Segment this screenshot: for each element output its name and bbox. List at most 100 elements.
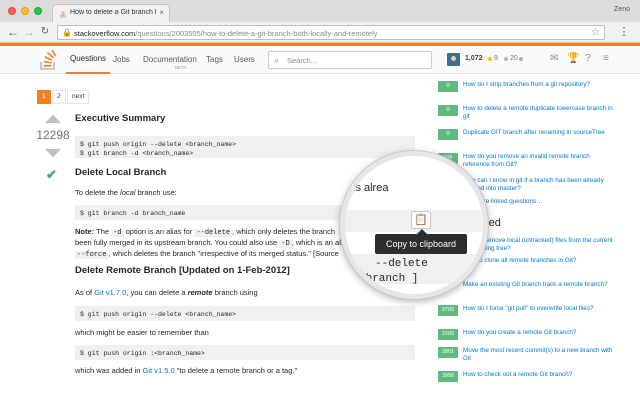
browser-tab[interactable]: How to delete a Git branch bo ×	[52, 4, 170, 22]
pager-page-2[interactable]: 2	[52, 90, 66, 104]
inline-code: --delete	[194, 229, 233, 237]
site-switcher-icon[interactable]: ≡	[603, 53, 609, 64]
paragraph-as-of: As of Git v1.7.0, you can delete a remot…	[75, 288, 258, 297]
question-link[interactable]: Duplicate GIT branch after renaming in s…	[463, 129, 615, 137]
search-icon: ⌕	[274, 55, 280, 65]
list-item[interactable]: 296 How do you remove an invalid remote …	[438, 151, 638, 175]
link-git-v150[interactable]: Git v1.5.0	[143, 366, 175, 375]
score-badge: 0	[438, 81, 458, 92]
score-badge: 3956	[438, 371, 458, 382]
site-topbar: Questions Jobs Documentation BETA Tags U…	[0, 43, 640, 74]
magnified-code-text: -branch ]	[359, 273, 419, 285]
paragraph-delete-local-intro: To delete the local branch use:	[75, 188, 177, 197]
bronze-badge-icon	[519, 57, 523, 61]
silver-badge-icon	[504, 57, 508, 61]
reputation-count: 1,072	[465, 55, 483, 62]
question-link[interactable]: How can I know in git if a branch has be…	[463, 177, 615, 193]
heading-executive-summary: Executive Summary	[75, 113, 166, 124]
address-bar[interactable]: 🔒 stackoverflow.com/questions/2003505/ho…	[57, 25, 605, 40]
text-fragment: branch using	[212, 288, 258, 297]
list-item[interactable]: 0 How do I strip branches from a git rep…	[438, 79, 638, 103]
question-link[interactable]: How do you remove an invalid remote bran…	[463, 153, 615, 169]
browser-chrome: How to delete a Git branch bo × Zeno ← →…	[0, 0, 640, 43]
code-block-remote-delete[interactable]: $ git push origin --delete <branch_name>	[75, 306, 415, 321]
list-item[interactable]: 0 How to delete a remote duplicate lower…	[438, 103, 638, 127]
downvote-arrow-icon[interactable]	[45, 149, 61, 157]
achievements-icon[interactable]: 🏆	[567, 53, 579, 64]
text-emphasis: local	[120, 188, 136, 197]
search-box[interactable]: ⌕	[268, 51, 432, 69]
score-badge: 0	[438, 129, 458, 140]
score-badge: 2205	[438, 329, 458, 340]
magnified-code-text: --delete	[375, 258, 428, 270]
score-badge: 2801	[438, 347, 458, 358]
text-fragment: As of	[75, 288, 95, 297]
nav-documentation[interactable]: Documentation	[143, 46, 197, 74]
silver-badge-count: 20	[510, 55, 518, 62]
text-fragment: which was added in	[75, 366, 143, 375]
question-link[interactable]: How to check out a remote Git branch?	[463, 371, 615, 379]
code-block-summary[interactable]: $ git push origin --delete <branch_name>…	[75, 136, 415, 158]
search-input[interactable]	[287, 54, 427, 66]
nav-users[interactable]: Users	[234, 46, 255, 74]
list-item[interactable]: 3709 How do I force "git pull" to overwr…	[438, 303, 638, 327]
nav-tags[interactable]: Tags	[206, 46, 223, 74]
nav-jobs[interactable]: Jobs	[113, 46, 130, 74]
question-link[interactable]: How do I strip branches from a git repos…	[463, 81, 615, 89]
tab-close-icon[interactable]: ×	[159, 8, 164, 17]
inbox-icon[interactable]: ✉	[550, 53, 558, 64]
gold-badge-count: 9	[494, 55, 498, 62]
stackoverflow-logo-icon[interactable]	[40, 50, 56, 70]
accepted-checkmark-icon: ✔	[46, 167, 57, 182]
copy-tooltip: Copy to clipboard	[375, 229, 467, 254]
stackoverflow-favicon-icon	[59, 11, 66, 18]
reload-icon[interactable]: ↻	[38, 24, 52, 40]
pager-next[interactable]: next	[67, 90, 90, 104]
help-icon[interactable]: ?	[585, 53, 591, 64]
paragraph-easier: which might be easier to remember than	[75, 328, 209, 337]
note-label: Note:	[75, 227, 95, 236]
heading-delete-remote: Delete Remote Branch [Updated on 1-Feb-2…	[75, 265, 290, 276]
avatar[interactable]	[447, 53, 460, 66]
list-item[interactable]: 0 Duplicate GIT branch after renaming in…	[438, 127, 638, 151]
inline-code: -D	[279, 240, 292, 248]
forward-arrow-icon[interactable]: →	[22, 24, 36, 40]
question-link[interactable]: Make an existing Git branch track a remo…	[463, 281, 615, 289]
code-block-remote-colon[interactable]: $ git push origin :<branch_name>	[75, 345, 415, 360]
note-line-3: --force, which deletes the branch "irres…	[75, 249, 339, 259]
list-item[interactable]: 3956 How to check out a remote Git branc…	[438, 369, 638, 393]
text-fragment: To delete the	[75, 188, 121, 197]
clipboard-icon: 📋	[414, 214, 428, 226]
copy-to-clipboard-button[interactable]: 📋	[411, 211, 431, 229]
pager-page-1[interactable]: 1	[37, 90, 51, 104]
nav-questions[interactable]: Questions	[66, 46, 111, 74]
window-close-button[interactable]	[8, 7, 16, 15]
profile-name[interactable]: Zeno	[614, 6, 630, 13]
window-maximize-button[interactable]	[34, 7, 42, 15]
link-git-v170[interactable]: Git v1.7.0	[94, 288, 126, 297]
list-item[interactable]: 2801 Move the most recent commit(s) to a…	[438, 345, 638, 369]
browser-menu-icon[interactable]: ⋮	[617, 24, 631, 40]
question-link[interactable]: How do you create a remote Git branch?	[463, 329, 615, 337]
question-link[interactable]: Move the most recent commit(s) to a new …	[463, 347, 615, 363]
text-fragment: , you can delete a	[126, 288, 188, 297]
bookmark-star-icon[interactable]: ☆	[591, 27, 600, 38]
magnified-text: is alrea	[353, 182, 389, 194]
question-link[interactable]: How to clone all remote branches in Git?	[463, 257, 615, 265]
paragraph-added-in: which was added in Git v1.5.0 "to delete…	[75, 366, 297, 375]
inline-code: -d	[111, 229, 124, 237]
question-link[interactable]: How to delete a remote duplicate lowerca…	[463, 105, 615, 121]
text-fragment: been fully merged in its upstream branch…	[75, 238, 280, 247]
back-arrow-icon[interactable]: ←	[6, 24, 20, 40]
window-minimize-button[interactable]	[21, 7, 29, 15]
text-fragment: branch use:	[135, 188, 177, 197]
see-more-linked-link[interactable]: see more linked questions…	[463, 198, 615, 206]
tab-title: How to delete a Git branch bo	[70, 9, 156, 16]
url-text[interactable]: stackoverflow.com/questions/2003505/how-…	[74, 29, 378, 38]
upvote-arrow-icon[interactable]	[45, 115, 61, 123]
documentation-beta-badge: BETA	[175, 65, 187, 70]
question-link[interactable]: How do I force "git pull" to overwrite l…	[463, 305, 615, 313]
text-emphasis: remote	[187, 288, 213, 297]
text-fragment: , which deletes the branch "irrespective…	[108, 249, 339, 258]
inline-code: --force	[75, 251, 109, 259]
